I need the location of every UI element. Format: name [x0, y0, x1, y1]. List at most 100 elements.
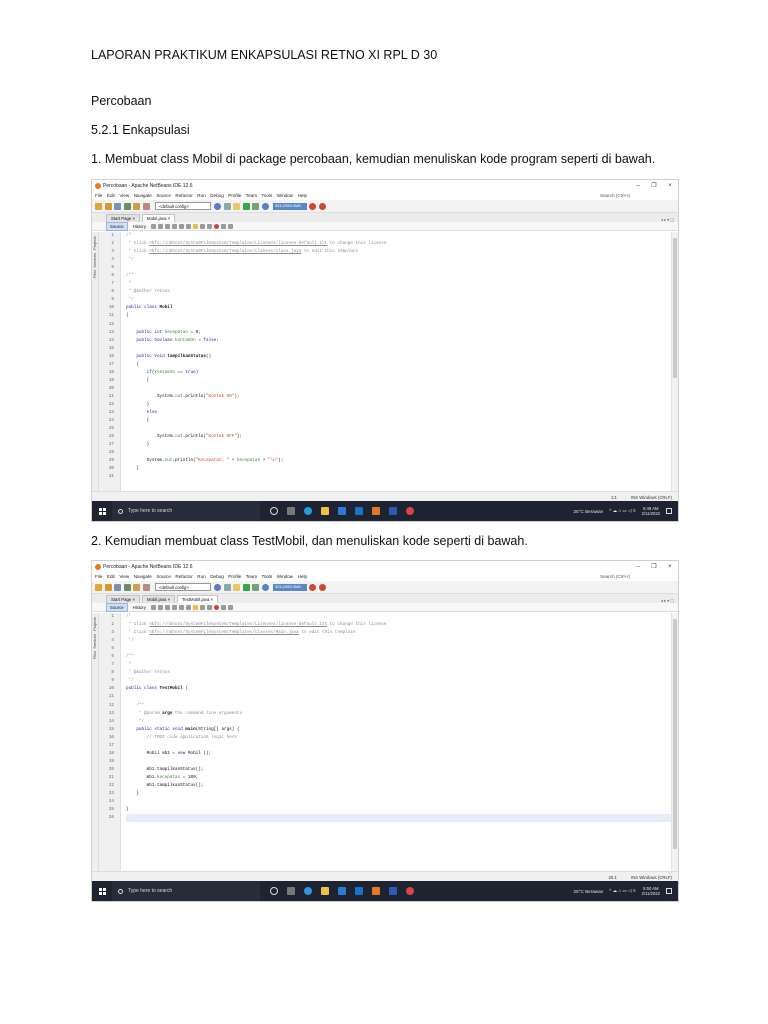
- notification-icon[interactable]: [666, 508, 672, 514]
- code-line[interactable]: }: [126, 806, 671, 814]
- code-line[interactable]: */: [126, 296, 671, 304]
- menu-profile[interactable]: Profile: [228, 574, 241, 579]
- find-prev-icon[interactable]: [172, 604, 177, 610]
- code-line[interactable]: {: [126, 361, 671, 369]
- toggle-highlight-icon[interactable]: [186, 604, 191, 610]
- menu-file[interactable]: File: [95, 574, 102, 579]
- code-line[interactable]: }: [126, 465, 671, 473]
- menu-source[interactable]: Source: [156, 193, 171, 198]
- menu-team[interactable]: Team: [246, 574, 257, 579]
- undo-icon[interactable]: [133, 202, 140, 210]
- code-line[interactable]: [126, 693, 671, 701]
- code-line[interactable]: }: [126, 790, 671, 798]
- code-line[interactable]: Mobil mb1 = new Mobil ();: [126, 750, 671, 758]
- tab-close-icon[interactable]: ×: [133, 216, 136, 221]
- code-line[interactable]: */: [126, 718, 671, 726]
- code-line[interactable]: public static void main(String[] args) {: [126, 726, 671, 734]
- code-line[interactable]: *: [126, 661, 671, 669]
- task-view-icon[interactable]: [287, 887, 295, 895]
- menu-source[interactable]: Source: [156, 574, 171, 579]
- build-icon[interactable]: [223, 202, 231, 210]
- gc2-icon[interactable]: [318, 202, 326, 210]
- menu-edit[interactable]: Edit: [107, 574, 115, 579]
- gc2-icon[interactable]: [318, 583, 326, 591]
- code-line[interactable]: * Click nbfs://nbhost/SystemFileSystem/T…: [126, 240, 671, 248]
- menu-run[interactable]: Run: [197, 193, 205, 198]
- clean-build-icon[interactable]: [233, 202, 240, 210]
- menu-help[interactable]: Help: [298, 574, 307, 579]
- ide-search-box[interactable]: Search (Ctrl+I): [600, 574, 630, 579]
- code-line[interactable]: {: [126, 377, 671, 385]
- menu-team[interactable]: Team: [246, 193, 257, 198]
- open-project-icon[interactable]: [114, 202, 121, 210]
- chrome-icon[interactable]: [406, 507, 414, 515]
- netbeans-taskbar-icon[interactable]: [372, 887, 380, 895]
- forward-icon[interactable]: [158, 223, 163, 229]
- new-project-icon[interactable]: [95, 202, 102, 210]
- taskbar-clock[interactable]: 5:50 AM 2/11/2022: [642, 886, 660, 897]
- redo-icon[interactable]: [142, 583, 150, 591]
- store-icon[interactable]: [338, 887, 346, 895]
- code-line[interactable]: [126, 449, 671, 457]
- comment-icon[interactable]: [228, 223, 233, 229]
- tab-mobil-java[interactable]: Mobil.java ×: [142, 214, 176, 222]
- mail-icon[interactable]: [355, 507, 363, 515]
- file-explorer-icon[interactable]: [321, 507, 329, 515]
- code-line[interactable]: /*: [126, 232, 671, 240]
- scroll-thumb[interactable]: [673, 619, 677, 849]
- clean-build-icon[interactable]: [233, 583, 240, 591]
- weather-widget[interactable]: 25°C Berawan: [574, 509, 604, 514]
- code-line[interactable]: * @param args the command line arguments: [126, 710, 671, 718]
- code-line[interactable]: mb1.tampilkanStatus();: [126, 782, 671, 790]
- windows-start-icon[interactable]: [92, 501, 112, 521]
- new-file-icon[interactable]: [104, 202, 112, 210]
- memory-indicator[interactable]: 323.2/554.0MB: [273, 583, 307, 591]
- redo-icon[interactable]: [142, 202, 150, 210]
- scroll-thumb[interactable]: [673, 238, 677, 378]
- vertical-scrollbar[interactable]: [671, 232, 678, 491]
- services-panel-tab[interactable]: Services: [93, 634, 97, 649]
- code-area[interactable]: /* * Click nbfs://nbhost/SystemFileSyste…: [121, 232, 671, 491]
- edge-icon[interactable]: [304, 507, 312, 515]
- toggle-highlight-icon[interactable]: [186, 223, 191, 229]
- edge-icon[interactable]: [304, 887, 312, 895]
- code-line[interactable]: if(kontakOn == true): [126, 369, 671, 377]
- close-button[interactable]: ×: [662, 183, 678, 189]
- code-line[interactable]: */: [126, 677, 671, 685]
- code-line[interactable]: * Click nbfs://nbhost/SystemFileSystem/T…: [126, 629, 671, 637]
- code-line[interactable]: public int kecepatan = 0;: [126, 329, 671, 337]
- config-select[interactable]: <default config>: [155, 583, 211, 591]
- code-line[interactable]: [126, 264, 671, 272]
- code-line[interactable]: [126, 321, 671, 329]
- debug-icon[interactable]: [252, 583, 259, 591]
- code-line[interactable]: System.out.println("Kecepatan: " + kecep…: [126, 457, 671, 465]
- settings-icon[interactable]: [214, 202, 221, 210]
- record-macro-icon[interactable]: [214, 604, 219, 610]
- code-editor[interactable]: Projects Services Files 1 2 3 4 5 6 7 8 9 10 11 12 1…: [92, 613, 678, 871]
- restore-button[interactable]: ❐: [646, 563, 662, 570]
- restore-button[interactable]: ❐: [646, 182, 662, 189]
- code-line[interactable]: {: [126, 417, 671, 425]
- notification-icon[interactable]: [666, 888, 672, 894]
- tab-controls[interactable]: ◂ ▸ ▾ ▢: [661, 598, 674, 603]
- profile-icon[interactable]: [261, 583, 269, 591]
- code-line[interactable]: public class TestMobil {: [126, 685, 671, 693]
- menu-help[interactable]: Help: [298, 193, 307, 198]
- files-panel-tab[interactable]: Files: [93, 270, 97, 278]
- tab-mobil-java[interactable]: Mobil.java ×: [142, 595, 176, 603]
- ide-search-box[interactable]: Search (Ctrl+I): [600, 193, 630, 198]
- find-prev-icon[interactable]: [172, 223, 177, 229]
- code-line[interactable]: }: [126, 401, 671, 409]
- comment-icon[interactable]: [228, 604, 233, 610]
- code-line[interactable]: */: [126, 256, 671, 264]
- open-project-icon[interactable]: [114, 583, 121, 591]
- bookmark-icon[interactable]: [193, 223, 198, 229]
- word-icon[interactable]: [389, 887, 397, 895]
- code-line[interactable]: [126, 645, 671, 653]
- source-tab[interactable]: Source: [106, 221, 128, 231]
- menu-view[interactable]: View: [119, 193, 129, 198]
- menu-refactor[interactable]: Refactor: [175, 574, 192, 579]
- taskbar-clock[interactable]: 5:48 AM 2/11/2022: [642, 506, 660, 517]
- code-editor[interactable]: Projects Services Files 1 2 3 4 5 6 7 8 9 10 11 12 1…: [92, 232, 678, 491]
- code-line[interactable]: [126, 425, 671, 433]
